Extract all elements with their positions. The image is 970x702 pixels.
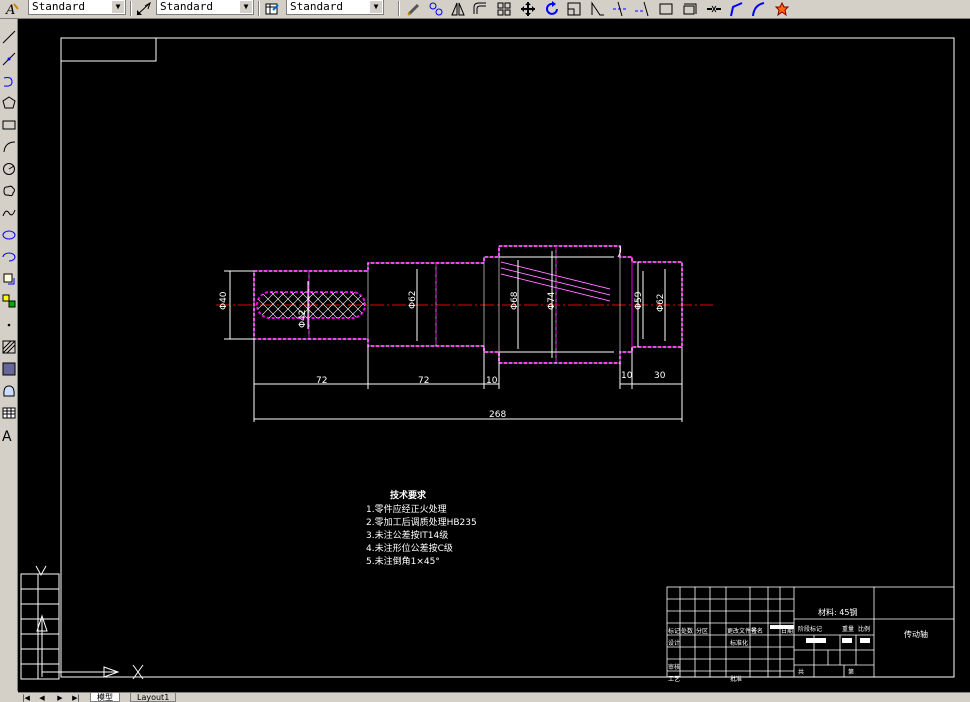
dim-dia-mid: Φ62 <box>408 290 418 309</box>
tb-label-count: 处数 <box>681 627 693 635</box>
dim-style-value: Standard <box>160 0 213 13</box>
tb-label-zone: 分区 <box>696 627 708 635</box>
tb-label-approve: 批准 <box>730 675 742 683</box>
tb-material: 材料: 45钢 <box>818 607 857 617</box>
explode-icon[interactable] <box>774 1 790 17</box>
tb-filled-cell <box>860 638 870 643</box>
tb-filled-cell <box>842 638 852 643</box>
properties-toolbar: A Standard ▼ Standard ▼ Standard ▼ <box>0 0 970 19</box>
corner-box <box>60 37 157 62</box>
dim-dia-step: Φ59 <box>634 291 644 310</box>
table-icon[interactable] <box>1 403 16 423</box>
ellipse-icon[interactable] <box>1 225 16 245</box>
make-block-icon[interactable] <box>1 291 16 311</box>
dim-d3: 10 <box>486 376 498 386</box>
tb-label-sign: 签名 <box>751 627 763 635</box>
rotate-icon[interactable] <box>544 1 560 17</box>
array-icon[interactable] <box>496 1 512 17</box>
table-style-icon[interactable] <box>264 1 280 17</box>
explode-icon[interactable] <box>750 1 766 17</box>
hatch-icon[interactable] <box>1 337 16 357</box>
fillet-icon[interactable] <box>728 1 744 17</box>
chamfer-icon[interactable] <box>706 1 722 17</box>
table-style-value: Standard <box>290 0 343 13</box>
svg-text:A: A <box>2 429 12 442</box>
table-style-select[interactable]: Standard ▼ <box>286 0 384 15</box>
multiline-text-icon[interactable]: A <box>1 425 16 445</box>
tb-filled-cell <box>770 625 794 629</box>
draw-toolbar: A <box>0 19 18 691</box>
tb-label-design: 设计 <box>668 639 680 647</box>
dim-d1: 72 <box>316 376 327 386</box>
ucs-icon <box>36 614 144 680</box>
chevron-down-icon[interactable]: ▼ <box>240 1 252 13</box>
dim-style-select[interactable]: Standard ▼ <box>156 0 254 15</box>
dim-dia-left: Φ40 <box>219 291 229 310</box>
tech-req-item: 4.未注形位公差按C级 <box>366 542 453 554</box>
tech-req-item: 2.零加工后调质处理HB235 <box>366 516 477 528</box>
edit-icon[interactable] <box>406 1 422 17</box>
text-style-select[interactable]: Standard ▼ <box>28 0 126 15</box>
polygon-icon[interactable] <box>1 93 16 113</box>
tb-filled-cell <box>806 638 826 643</box>
tb-label-review: 审核 <box>668 663 680 671</box>
arc-icon[interactable] <box>1 137 16 157</box>
offset-icon[interactable] <box>472 1 488 17</box>
extend-icon[interactable] <box>634 1 650 17</box>
drawing-svg: Φ40 Φ42 Φ62 Φ68 Φ74 Φ59 Φ62 72 72 10 10 … <box>20 37 955 683</box>
tb-label-sheet: 第 <box>848 668 854 676</box>
stretch-icon[interactable] <box>590 1 606 17</box>
insert-block-icon[interactable] <box>1 269 16 289</box>
tb-label-mark: 标记 <box>668 627 680 635</box>
tech-req-item: 1.零件应经正火处理 <box>366 503 447 515</box>
toolbar-separator <box>130 1 132 16</box>
dim-d4: 10 <box>621 371 633 381</box>
dim-dia-large: Φ74 <box>547 291 557 310</box>
circle-icon[interactable] <box>1 159 16 179</box>
spline-icon[interactable] <box>1 203 16 223</box>
dim-dia-collar: Φ68 <box>510 291 520 310</box>
region-icon[interactable] <box>1 381 16 401</box>
tb-label-weight: 重量 <box>842 625 854 633</box>
tb-part-name: 传动轴 <box>904 629 928 639</box>
toolbar-separator <box>398 1 400 16</box>
dim-style-icon[interactable] <box>136 1 152 17</box>
keyway <box>256 291 366 319</box>
revision-cloud-icon[interactable] <box>1 181 16 201</box>
dim-d2: 72 <box>418 376 429 386</box>
multiline-edit-icon[interactable] <box>428 1 444 17</box>
trim-icon[interactable] <box>612 1 628 17</box>
tech-req-item: 5.未注倒角1×45° <box>366 555 440 567</box>
drawing-canvas[interactable]: Φ40 Φ42 Φ62 Φ68 Φ74 Φ59 Φ62 72 72 10 10 … <box>18 19 970 692</box>
tech-req-title: 技术要求 <box>390 489 427 501</box>
dim-total: 268 <box>489 410 506 420</box>
text-style-value: Standard <box>32 0 85 13</box>
text-style-icon[interactable]: A <box>4 1 20 17</box>
polyline-icon[interactable] <box>1 71 16 91</box>
tb-label-standard: 标准化 <box>730 639 748 647</box>
move-icon[interactable] <box>520 1 536 17</box>
join-icon[interactable] <box>682 1 698 17</box>
break-icon[interactable] <box>658 1 674 17</box>
gradient-icon[interactable] <box>1 359 16 379</box>
chevron-down-icon[interactable]: ▼ <box>370 1 382 13</box>
dim-dia-key: Φ42 <box>298 309 308 328</box>
ellipse-arc-icon[interactable] <box>1 247 16 267</box>
tb-label-process: 工艺 <box>668 675 680 683</box>
sheet-border <box>60 37 955 678</box>
scale-icon[interactable] <box>566 1 582 17</box>
tech-req-item: 3.未注公差按IT14级 <box>366 529 448 541</box>
mirror-icon[interactable] <box>450 1 466 17</box>
tb-label-scale: 比例 <box>858 625 870 633</box>
line-icon[interactable] <box>1 27 16 47</box>
rectangle-icon[interactable] <box>1 115 16 135</box>
toolbar-separator <box>258 1 260 16</box>
tb-label-stage: 阶段标记 <box>798 625 822 633</box>
point-icon[interactable] <box>1 315 16 335</box>
dim-d5: 30 <box>654 371 666 381</box>
dim-dia-right: Φ62 <box>656 293 666 312</box>
tb-label-sheets: 共 <box>798 668 804 676</box>
construction-line-icon[interactable] <box>1 49 16 69</box>
chevron-down-icon[interactable]: ▼ <box>112 1 124 13</box>
